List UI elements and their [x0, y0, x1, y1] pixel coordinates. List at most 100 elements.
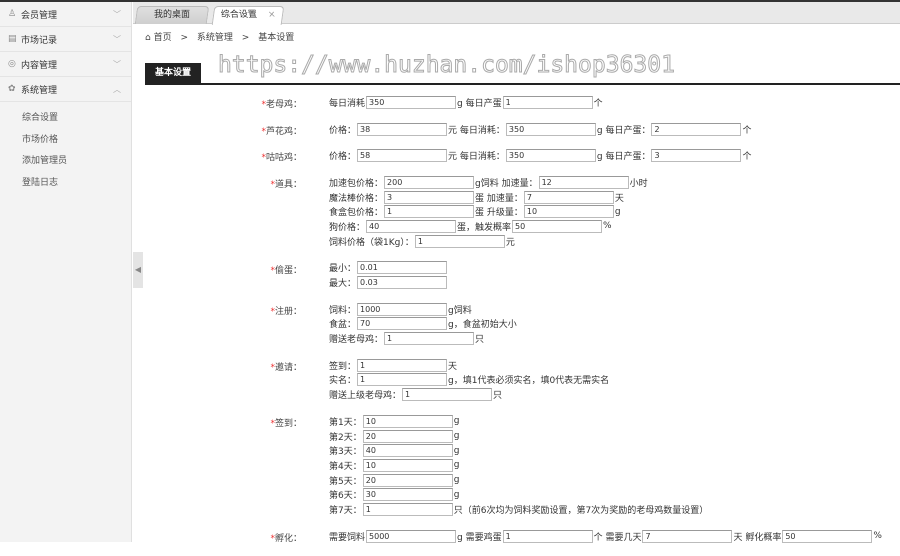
home-icon: ⌂ [145, 33, 151, 43]
field-label-text: 注册： [274, 306, 302, 317]
form-line: 第2天： g [328, 429, 900, 444]
close-icon[interactable]: × [267, 7, 277, 23]
text-input[interactable] [357, 302, 448, 316]
text-input[interactable] [512, 219, 603, 233]
field-text: 饲料： [329, 305, 357, 316]
text-input[interactable] [502, 529, 593, 543]
field-label-text: 签到： [274, 419, 302, 429]
text-input[interactable] [366, 529, 457, 543]
breadcrumb-home[interactable]: 首页 [154, 33, 172, 43]
form-line: 食盒包价格： 蛋 升级量： g [328, 204, 900, 219]
form-line: 赠送上级老母鸡： 只 [328, 387, 900, 402]
text-input[interactable] [502, 95, 593, 109]
text-input[interactable] [366, 219, 457, 233]
field-label: *偷蛋： [200, 263, 302, 276]
sidebar-menu-item[interactable]: ♙ 会员管理 ﹀ [0, 2, 131, 27]
gear-icon: ✿ [8, 84, 16, 94]
chevron-down-icon: ﹀ [113, 9, 121, 19]
field-text: 饲料价格（袋1Kg）： [329, 237, 414, 248]
text-input[interactable] [362, 444, 453, 458]
text-input[interactable] [384, 332, 475, 346]
text-input[interactable] [362, 488, 453, 502]
text-input[interactable] [384, 190, 475, 204]
field-text: 价格： [329, 125, 357, 136]
text-input[interactable] [384, 175, 475, 189]
field-label-text: 道具： [274, 180, 302, 191]
text-input[interactable] [505, 122, 596, 136]
form-section: *注册： 饲料： g饲料食盆： g，食盆初始大小赠送老母鸡： 只 [0, 302, 900, 346]
field-text: % [873, 531, 882, 542]
text-input[interactable] [402, 388, 493, 402]
breadcrumb-item[interactable]: 系统管理 [197, 33, 233, 43]
field-text: 价格： [329, 152, 357, 163]
field-text: g 需要鸡蛋 [457, 532, 502, 543]
text-input[interactable] [505, 149, 596, 163]
text-input[interactable] [384, 205, 475, 219]
text-input[interactable] [357, 149, 448, 163]
form-line: 第5天： g [328, 473, 900, 488]
field-text: g饲料 [448, 305, 472, 316]
text-input[interactable] [357, 358, 448, 372]
field-text: g [453, 460, 460, 471]
field-text: 天 [614, 193, 624, 204]
field-text: 赠送老母鸡： [329, 335, 384, 346]
field-label-text: 老母鸡： [265, 100, 302, 110]
text-input[interactable] [523, 190, 614, 204]
field-text: 实名： [329, 376, 357, 387]
text-input[interactable] [357, 276, 448, 290]
text-input[interactable] [642, 529, 733, 543]
field-text: 个 [593, 98, 603, 109]
text-input[interactable] [357, 261, 448, 275]
sidebar-menu-item[interactable]: ◎ 内容管理 ﹀ [0, 52, 131, 77]
field-text: 元 每日消耗： [448, 125, 505, 136]
field-text: 个 [742, 125, 752, 136]
breadcrumb-separator: > [180, 33, 189, 43]
text-input[interactable] [651, 149, 742, 163]
form-line: 第4天： g [328, 458, 900, 473]
sidebar-menu-item[interactable]: ▤ 市场记录 ﹀ [0, 27, 131, 52]
form-line: 每日消耗 g 每日产蛋 个 [328, 95, 900, 110]
text-input[interactable] [523, 205, 614, 219]
settings-form: *老母鸡：每日消耗g 每日产蛋个*芦花鸡：价格：元 每日消耗：g 每日产蛋：个*… [0, 95, 900, 556]
form-line: 价格： 元 每日消耗： g 每日产蛋： 个 [328, 148, 900, 163]
text-input[interactable] [414, 234, 505, 248]
field-text: 蛋 加速量： [475, 193, 523, 204]
text-input[interactable] [362, 414, 453, 428]
field-text: 食盆： [329, 320, 357, 331]
sidebar-menu-label: 市场记录 [21, 35, 58, 46]
form-section: *芦花鸡： 价格： 元 每日消耗： g 每日产蛋： 个 [0, 122, 900, 137]
field-text: 签到： [329, 361, 357, 372]
tab-desktop[interactable]: 我的桌面 [134, 6, 210, 24]
field-text: 需要饲料 [329, 532, 366, 543]
text-input[interactable] [651, 122, 742, 136]
field-text: 元 每日消耗： [448, 152, 505, 163]
field-text: g，食盆初始大小 [448, 320, 517, 331]
field-label: *芦花鸡： [200, 124, 302, 137]
field-label: *老母鸡： [200, 97, 302, 110]
form-section: *道具： 加速包价格： g饲料 加速量： 小时魔法棒价格： 蛋 加速量： 天食盒包价格： 蛋… [0, 175, 900, 248]
form-line: 需要饲料 g 需要鸡蛋 个 需要几天 天 孵化概率% [328, 529, 900, 544]
tab-general-settings[interactable]: 综合设置 × [211, 6, 285, 25]
field-label-text: 孵化： [274, 533, 302, 544]
field-label-text: 芦花鸡： [265, 126, 302, 137]
field-text: 第6天： [329, 491, 362, 502]
field-label: *注册： [200, 304, 302, 317]
field-text: g [453, 431, 460, 442]
form-section: *邀请： 签到： 天实名： g，填1代表必须实名，填0代表无需实名赠送上级老母鸡： 只 [0, 358, 900, 402]
text-input[interactable] [366, 95, 457, 109]
text-input[interactable] [362, 458, 453, 472]
text-input[interactable] [362, 429, 453, 443]
sidebar-menu-label: 会员管理 [21, 10, 58, 21]
text-input[interactable] [538, 175, 629, 189]
field-text: 只 [493, 391, 503, 402]
text-input[interactable] [362, 473, 453, 487]
field-label-text: 偷蛋： [274, 265, 302, 276]
text-input[interactable] [357, 122, 448, 136]
text-input[interactable] [357, 317, 448, 331]
form-line: 狗价格： 蛋，触发概率% [328, 219, 900, 234]
text-input[interactable] [362, 502, 453, 516]
form-line: 实名： g，填1代表必须实名，填0代表无需实名 [328, 373, 900, 388]
field-text: g [453, 489, 460, 500]
text-input[interactable] [782, 529, 873, 543]
text-input[interactable] [357, 373, 448, 387]
